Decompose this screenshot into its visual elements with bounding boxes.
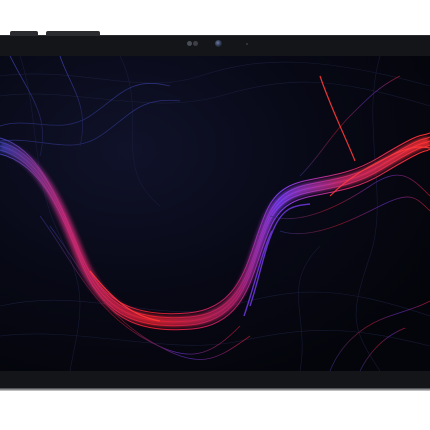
tablet-screen <box>0 56 430 371</box>
sensor-icon <box>187 41 192 46</box>
wallpaper <box>0 56 430 371</box>
product-image <box>0 0 430 430</box>
front-camera-icon <box>215 40 222 47</box>
camera-array <box>0 39 430 49</box>
tablet-bottom-edge <box>0 388 430 391</box>
light-sensor-icon <box>246 43 248 45</box>
sensor-icon <box>193 41 198 46</box>
